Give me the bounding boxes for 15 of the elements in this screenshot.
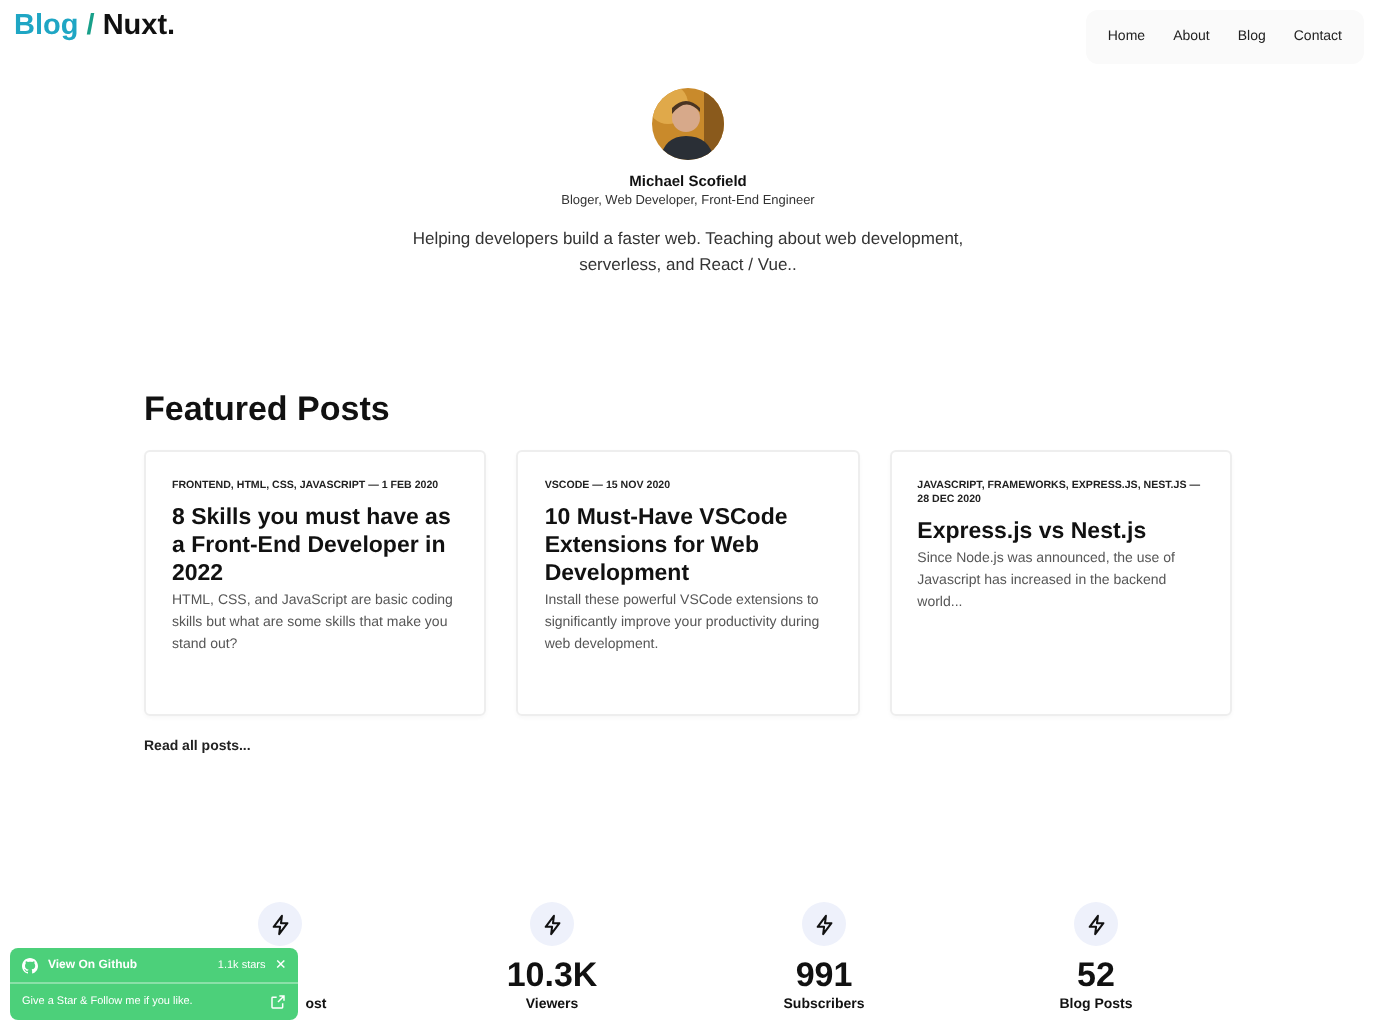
lightning-icon xyxy=(541,913,563,935)
post-title[interactable]: Express.js vs Nest.js xyxy=(917,518,1204,546)
github-icon xyxy=(22,957,38,973)
stat-value: 52 xyxy=(1077,956,1115,996)
section-title: Featured Posts xyxy=(144,390,392,430)
lightning-icon xyxy=(813,913,835,935)
author-bio: Helping developers build a faster web. Teaching about web development, serverless, and React / Vue.. xyxy=(410,226,966,278)
post-title[interactable]: 8 Skills you must have as a Front-End Developer in 2022 xyxy=(172,504,459,588)
lightning-icon xyxy=(1085,913,1107,935)
logo[interactable]: Blog / Nuxt. xyxy=(14,10,176,42)
external-link-icon[interactable] xyxy=(270,994,286,1010)
stat-value: 10.3K xyxy=(506,956,598,996)
lightning-icon xyxy=(269,913,291,935)
post-title[interactable]: 10 Must-Have VSCode Extensions for Web Development xyxy=(544,504,832,588)
stat-value: 991 xyxy=(795,956,853,996)
